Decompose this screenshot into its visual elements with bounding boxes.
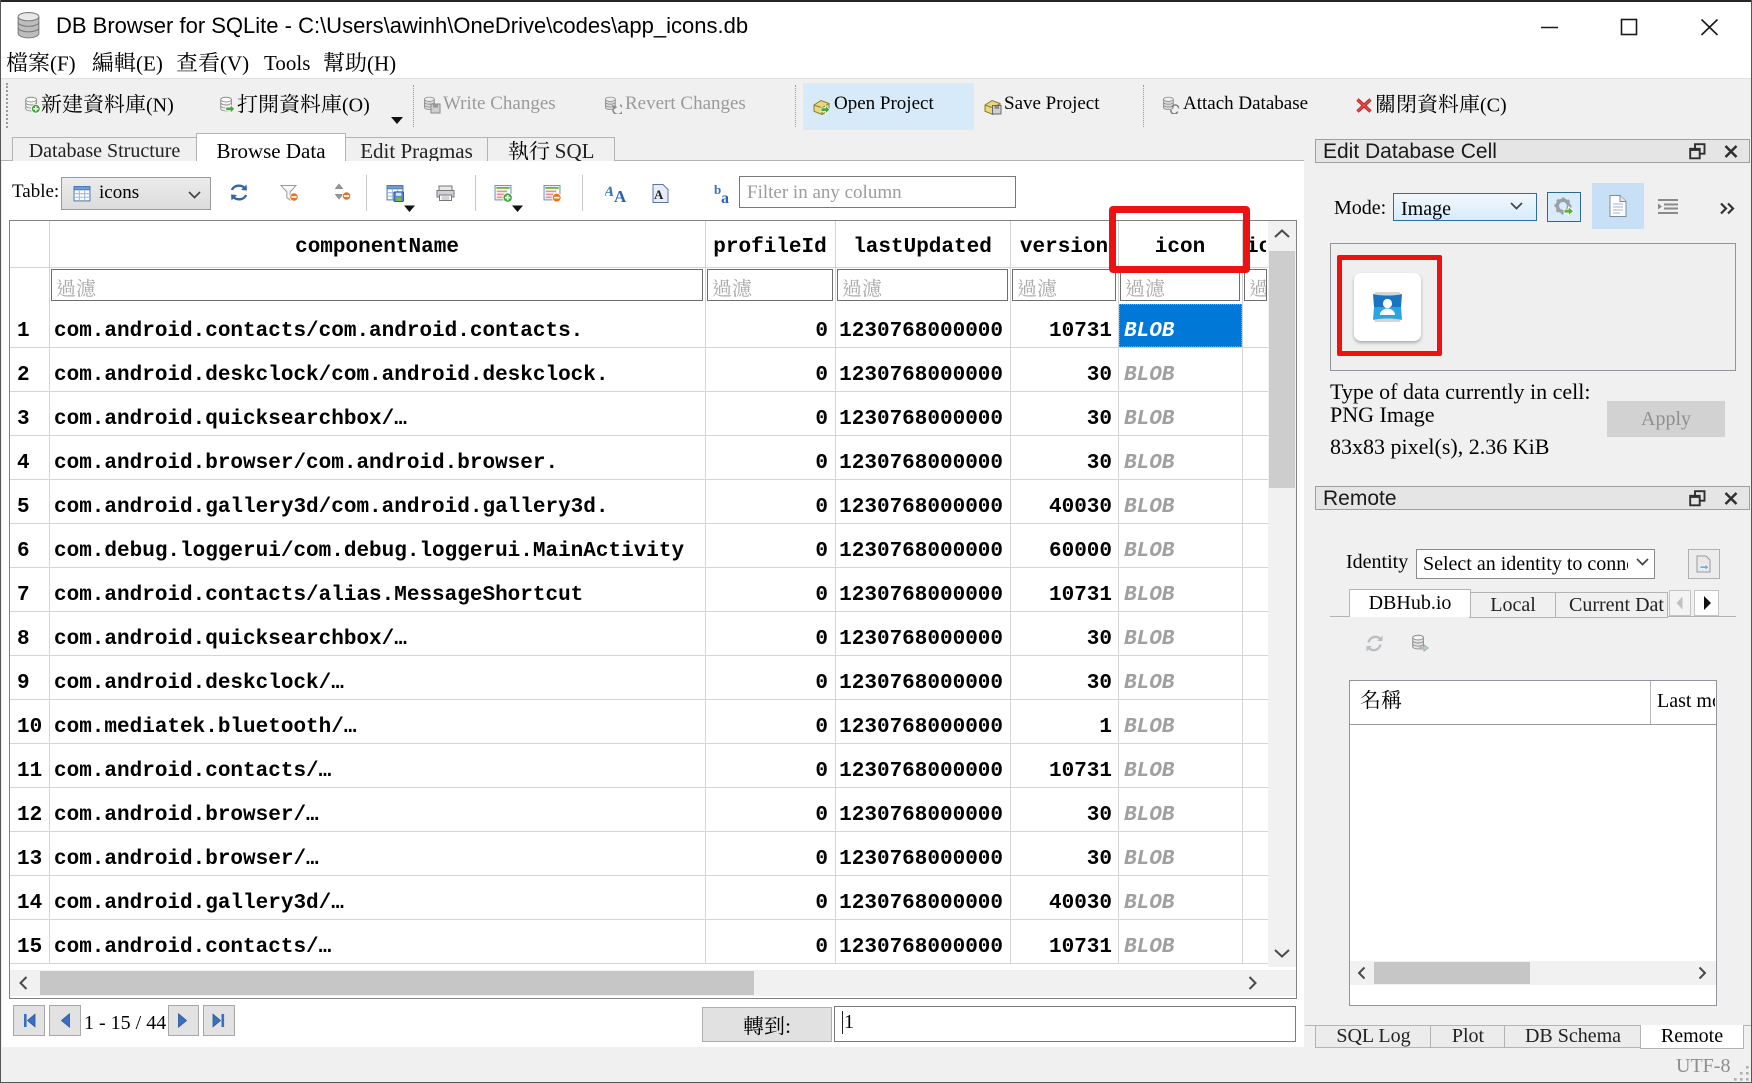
svg-text:A: A [654, 187, 664, 202]
svg-text:a: a [721, 190, 729, 205]
svg-text:A: A [614, 187, 627, 204]
